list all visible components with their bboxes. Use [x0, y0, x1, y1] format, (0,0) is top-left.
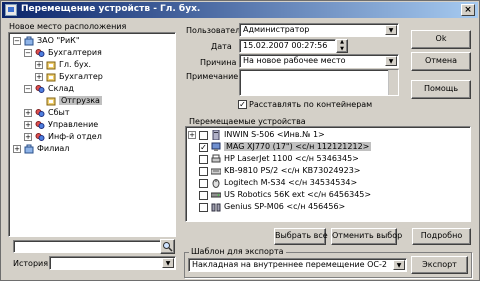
date-field[interactable]: 15.02.2007 00:27:56: [239, 39, 336, 53]
note-label: Примечание: [186, 72, 239, 81]
chevron-down-icon[interactable]: ▼: [337, 46, 347, 52]
chevron-down-icon[interactable]: ▼: [162, 258, 174, 268]
expand-icon[interactable]: +: [24, 121, 32, 129]
device-checkbox[interactable]: [199, 179, 208, 188]
device-checkbox[interactable]: [199, 131, 208, 140]
window-title: Перемещение устройств - Гл. бух.: [21, 4, 201, 14]
collapse-icon[interactable]: −: [24, 49, 32, 57]
select-all-button[interactable]: Выбрать все: [274, 228, 328, 245]
tree-node[interactable]: + Сбыт: [9, 108, 169, 119]
reason-label: Причина: [200, 58, 237, 67]
user-combo[interactable]: Администратор ▼: [239, 23, 399, 37]
tree-node-label: Гл. бух.: [59, 60, 92, 69]
deselect-button[interactable]: Отменить выбор: [331, 228, 402, 245]
device-move-window: Перемещение устройств - Гл. бух. × Новое…: [0, 0, 480, 281]
devices-heading: Перемещаемые устройства: [189, 117, 306, 126]
device-checkbox[interactable]: [199, 167, 208, 176]
expand-icon[interactable]: +: [35, 73, 43, 81]
app-icon: [5, 4, 17, 16]
tree-node[interactable]: Отгрузка: [9, 96, 169, 107]
device-label: Genius SP-M06 <с/н 456456>: [224, 202, 346, 211]
history-label: История: [13, 259, 49, 268]
expand-icon[interactable]: +: [188, 131, 196, 139]
help-button[interactable]: Помощь: [411, 80, 471, 99]
expand-icon[interactable]: +: [13, 145, 21, 153]
device-row[interactable]: + INWIN S-506 <Инв.№ 1>: [186, 130, 466, 141]
history-combo[interactable]: ▼: [49, 256, 176, 270]
tree-node-label: Филиал: [37, 144, 70, 153]
expand-icon[interactable]: +: [24, 109, 32, 117]
tree-node-label: Инф-й отдел: [48, 132, 102, 141]
tree-node[interactable]: + Инф-й отдел: [9, 132, 169, 143]
tree-node[interactable]: + Управление: [9, 120, 169, 131]
export-button[interactable]: Экспорт: [411, 256, 468, 274]
title-bar: Перемещение устройств - Гл. бух. ×: [2, 2, 478, 18]
tree-node[interactable]: − ЗАО "РиК": [9, 36, 169, 47]
expand-icon[interactable]: +: [35, 61, 43, 69]
container-checkbox[interactable]: ✓: [238, 100, 247, 109]
tree-node[interactable]: − Склад: [9, 84, 169, 95]
tree-node[interactable]: − Бухгалтерия: [9, 48, 169, 59]
search-icon: [163, 242, 173, 252]
device-row[interactable]: KB-9810 PS/2 <с/н KB73024923>: [186, 166, 466, 177]
location-tree[interactable]: − ЗАО "РиК" − Бухгалтерия + Гл. бух. + Бухгалте…: [8, 32, 176, 237]
chevron-down-icon[interactable]: ▼: [385, 25, 397, 35]
device-checkbox[interactable]: ✓: [199, 143, 208, 152]
device-row[interactable]: Genius SP-M06 <с/н 456456>: [186, 202, 466, 213]
device-label: KB-9810 PS/2 <с/н KB73024923>: [224, 166, 361, 175]
tree-node-label: Сбыт: [48, 108, 70, 117]
note-textarea[interactable]: [239, 69, 399, 96]
device-checkbox[interactable]: [199, 203, 208, 212]
device-label: HP LaserJet 1100 <с/н 5346345>: [224, 154, 359, 163]
chevron-up-icon[interactable]: ▲: [337, 39, 347, 45]
device-checkbox[interactable]: [199, 191, 208, 200]
search-field[interactable]: [13, 240, 161, 253]
tree-node-label: Бухгалтер: [59, 72, 103, 81]
collapse-icon[interactable]: −: [24, 85, 32, 93]
device-label: US Robotics 56K ext <с/н 6456345>: [224, 190, 372, 199]
export-template-combo[interactable]: Накладная на внутреннее перемещение ОС-2…: [188, 258, 407, 272]
device-label: Logitech M-S34 <с/н 34534534>: [224, 178, 358, 187]
expand-icon[interactable]: +: [24, 133, 32, 141]
device-row[interactable]: HP LaserJet 1100 <с/н 5346345>: [186, 154, 466, 165]
devices-tree[interactable]: + INWIN S-506 <Инв.№ 1> ✓ MAG XJ770 (17") <…: [185, 126, 471, 222]
close-button[interactable]: ×: [461, 4, 475, 16]
date-label: Дата: [211, 42, 232, 51]
device-row[interactable]: US Robotics 56K ext <с/н 6456345>: [186, 190, 466, 201]
location-tree-heading: Новое место расположения: [9, 22, 127, 31]
tree-node-label: ЗАО "РиК": [37, 36, 80, 45]
search-button[interactable]: [160, 239, 175, 254]
container-checkbox-label: Расставлять по контейнерам: [249, 100, 373, 109]
details-button[interactable]: Подробно: [412, 228, 471, 245]
tree-node[interactable]: + Филиал: [9, 144, 169, 155]
device-checkbox[interactable]: [199, 155, 208, 164]
tree-node-label: Склад: [48, 84, 74, 93]
device-label: MAG XJ770 (17") <с/н 112121212>: [224, 142, 372, 151]
tree-node[interactable]: + Гл. бух.: [9, 60, 169, 71]
tree-node-label: Бухгалтерия: [48, 48, 102, 57]
date-spinner[interactable]: ▲ ▼: [336, 39, 348, 53]
cancel-button[interactable]: Отмена: [411, 52, 471, 71]
tree-node-label: Управление: [48, 120, 99, 129]
reason-combo[interactable]: На новое рабочее место ▼: [239, 54, 399, 68]
user-label: Пользователь: [186, 26, 245, 35]
collapse-icon[interactable]: −: [13, 37, 21, 45]
chevron-down-icon[interactable]: ▼: [385, 56, 397, 66]
note-scrollbar[interactable]: [388, 70, 398, 95]
chevron-down-icon[interactable]: ▼: [393, 260, 405, 270]
ok-button[interactable]: Ok: [411, 30, 471, 49]
tree-node[interactable]: + Бухгалтер: [9, 72, 169, 83]
checkmark-icon: ✓: [239, 100, 246, 109]
device-row[interactable]: ✓ MAG XJ770 (17") <с/н 112121212>: [186, 142, 466, 153]
device-label: INWIN S-506 <Инв.№ 1>: [224, 130, 325, 139]
tree-node-label: Отгрузка: [59, 96, 102, 105]
checkmark-icon: ✓: [200, 143, 207, 152]
device-row[interactable]: Logitech M-S34 <с/н 34534534>: [186, 178, 466, 189]
export-group-title: Шаблон для экспорта: [189, 247, 286, 256]
